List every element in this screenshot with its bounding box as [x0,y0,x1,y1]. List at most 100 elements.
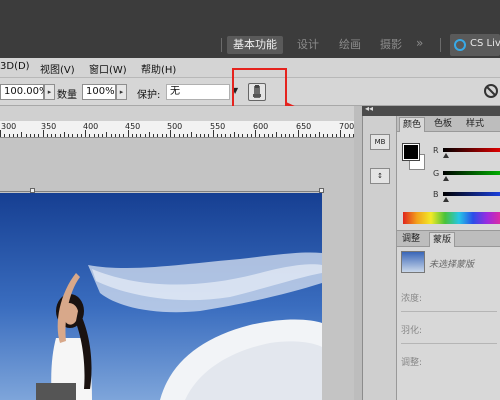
green-slider-knob[interactable] [443,176,449,181]
ruler-tick [233,132,235,137]
ruler-tick [34,134,35,137]
foreground-color-swatch[interactable] [402,143,420,161]
ruler-tick [123,134,125,137]
tab-styles[interactable]: 样式 [463,117,487,132]
ruler-tick [306,134,307,137]
menu-3d[interactable]: 3D(D) [0,61,30,72]
ruler-tick [93,134,95,137]
ruler-tick [327,134,329,137]
masks-panel-tabs: 调整 蒙版 [397,231,500,247]
blue-slider-knob[interactable] [443,197,449,202]
ruler-tick [208,134,210,137]
opacity-spin-button[interactable]: ▸ [44,84,55,100]
workspace-essentials[interactable]: 基本功能 [227,36,283,54]
ruler-tick [310,134,312,137]
ruler-tick [318,132,320,137]
vertical-scrollbar[interactable] [354,106,362,400]
workspace-painting[interactable]: 绘画 [339,36,361,54]
ruler-tick [174,134,176,137]
ruler-tick [289,134,290,137]
ruler-tick [250,134,252,137]
cs-live-icon [454,39,466,51]
red-slider[interactable] [443,148,500,152]
ruler-tick [80,134,82,137]
tab-swatches[interactable]: 色板 [431,117,455,132]
cancel-icon[interactable] [484,84,498,98]
menu-window[interactable]: 窗口(W) [89,61,127,76]
flow-field[interactable]: 100% [82,84,116,100]
mask-status-text: 未选择蒙版 [429,260,475,270]
color-panel-tabs: 颜色 色板 样式 [397,116,500,132]
blue-slider[interactable] [443,192,500,196]
ruler-tick [335,134,337,137]
ruler-tick [29,134,31,137]
history-icon[interactable]: ↕ [370,168,390,184]
mini-bridge-icon[interactable]: MB [370,134,390,150]
panel-collapse-bar[interactable]: ◂◂ [362,104,500,116]
tab-adjustments[interactable]: 调整 [399,232,423,247]
tab-color[interactable]: 颜色 [399,117,426,132]
channel-b-label: B [433,190,439,199]
panel-icon-dock: MB ↕ [362,106,396,400]
canvas-border [0,191,324,192]
protect-select[interactable]: 无 [166,84,230,100]
channel-g-label: G [433,169,440,178]
ruler-tick [12,134,14,137]
flow-spin-button[interactable]: ▸ [116,84,127,100]
menu-view[interactable]: 视图(V) [40,61,75,76]
cs-live-button[interactable]: CS Liv [450,34,500,56]
ruler-tick [255,130,256,137]
opacity-field[interactable]: 100.00% [0,84,49,100]
ruler-tick [170,130,171,137]
ruler-tick [136,134,137,137]
more-workspaces-icon[interactable]: » [416,36,423,50]
ruler-tick [4,134,6,137]
feather-label: 羽化: [401,326,423,336]
ruler-tick [297,130,299,137]
color-spectrum[interactable] [403,212,500,224]
ruler-tick [195,134,197,137]
ruler-label: 700 [339,122,355,131]
ruler-tick [191,132,193,137]
ruler-tick [157,134,159,137]
ruler-tick [344,134,346,137]
ruler-tick [276,132,278,137]
ruler-tick [348,134,350,137]
ruler-tick [110,134,112,137]
ruler-tick [68,134,69,137]
protect-label: 保护: [137,90,161,101]
ruler-tick [301,134,303,137]
workspace-design[interactable]: 设计 [297,36,319,54]
red-slider-knob[interactable] [443,153,449,158]
ruler-tick [72,134,74,137]
ruler-tick [216,134,218,137]
ruler-tick [97,134,99,137]
ruler-tick [293,134,295,137]
ruler-tick [106,132,108,137]
ruler-tick [225,134,227,137]
ruler-tick [0,130,1,137]
cs-live-label: CS Liv [470,38,500,49]
density-slider[interactable] [401,311,497,312]
ruler-tick [199,134,201,137]
refine-label: 调整: [401,358,423,368]
menu-help[interactable]: 帮助(H) [141,61,176,76]
mask-thumbnail [401,251,425,273]
tab-masks[interactable]: 蒙版 [429,232,456,247]
workspace-photography[interactable]: 摄影 [380,36,402,54]
ruler-tick [178,134,180,137]
green-slider[interactable] [443,171,500,175]
ruler-tick [46,134,48,137]
ruler-tick [242,134,244,137]
ruler-tick [85,130,86,137]
ruler-tick [17,134,18,137]
ruler-tick [119,134,120,137]
ruler-tick [144,134,146,137]
feather-slider[interactable] [401,343,497,344]
ruler-tick [8,134,10,137]
ruler-tick [259,134,261,137]
ruler-tick [272,134,273,137]
ruler-tick [204,134,205,137]
horizontal-ruler: 300 350 400 450 500 550 600 650 700 [0,121,360,138]
channel-r-label: R [433,146,439,155]
